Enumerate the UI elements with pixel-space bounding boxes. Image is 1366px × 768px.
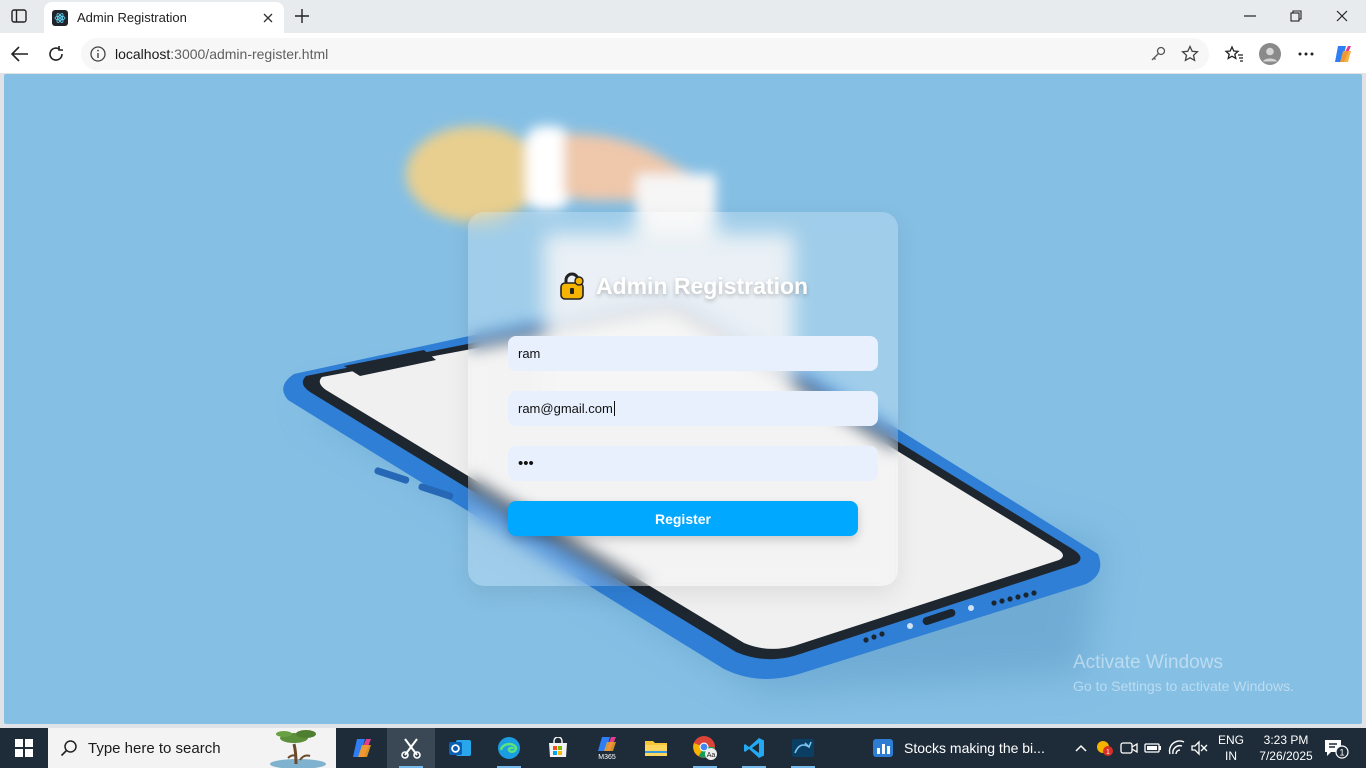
restore-icon[interactable] — [1285, 6, 1307, 26]
card-heading: Admin Registration — [468, 272, 898, 300]
m365-badge: M365 — [598, 754, 616, 761]
search-icon — [60, 740, 77, 757]
windows-taskbar: Type here to search M365 Aa Stocks makin… — [0, 728, 1366, 768]
wifi-icon[interactable] — [1167, 738, 1187, 758]
snipping-tool-icon[interactable] — [387, 728, 435, 768]
news-widget[interactable]: Stocks making the bi... — [872, 728, 1064, 768]
page-title: Admin Registration — [595, 272, 809, 299]
taskbar-search-box[interactable]: Type here to search — [48, 728, 336, 768]
password-input[interactable]: ••• — [508, 446, 878, 481]
key-icon[interactable] — [1149, 45, 1167, 63]
region-code: IN — [1225, 749, 1237, 763]
search-placeholder: Type here to search — [88, 739, 221, 757]
register-button[interactable]: Register — [508, 501, 858, 536]
url-text: localhost:3000/admin-register.html — [115, 46, 329, 62]
windows-start-icon[interactable] — [0, 728, 48, 768]
tab-title: Admin Registration — [77, 10, 187, 25]
favorites-icon[interactable] — [1222, 42, 1246, 66]
edge-browser-icon[interactable] — [485, 728, 533, 768]
m365-icon[interactable]: M365 — [583, 728, 631, 768]
lock-key-icon — [558, 272, 586, 300]
microsoft-store-icon[interactable] — [534, 728, 582, 768]
language-code: ENG — [1217, 733, 1244, 747]
stocks-chart-icon — [873, 739, 893, 757]
browser-toolbar: localhost:3000/admin-register.html — [0, 33, 1366, 74]
new-tab-icon[interactable] — [291, 6, 313, 26]
back-arrow-icon[interactable] — [8, 42, 32, 66]
search-highlight-tree-icon — [270, 730, 326, 768]
minimize-icon[interactable] — [1239, 6, 1261, 26]
security-alert-icon[interactable]: 1 — [1095, 738, 1115, 758]
name-input[interactable]: ram — [508, 336, 878, 371]
outlook-icon[interactable] — [436, 728, 484, 768]
email-input[interactable]: ram@gmail.com — [508, 391, 878, 426]
name-value: ram — [518, 346, 541, 361]
system-clock[interactable]: 3:23 PM 7/26/2025 — [1256, 732, 1316, 764]
chrome-icon[interactable]: Aa — [681, 728, 729, 768]
battery-icon[interactable] — [1143, 738, 1163, 758]
vscode-icon[interactable] — [730, 728, 778, 768]
show-hidden-icons-chevron-icon[interactable] — [1071, 738, 1091, 758]
notification-center-icon[interactable]: 1 — [1320, 736, 1352, 760]
email-value: ram@gmail.com — [518, 401, 613, 416]
svg-text:Aa: Aa — [707, 752, 716, 759]
close-window-icon[interactable] — [1331, 6, 1353, 26]
page-viewport: Admin Registration ram ram@gmail.com •••… — [4, 74, 1362, 724]
copilot-icon[interactable] — [1331, 42, 1355, 66]
news-headline: Stocks making the bi... — [904, 740, 1045, 756]
activate-windows-watermark: Activate Windows Go to Settings to activ… — [1073, 652, 1294, 694]
text-caret — [613, 401, 615, 416]
clock-date: 7/26/2025 — [1259, 749, 1313, 763]
favorite-star-icon[interactable] — [1181, 45, 1199, 63]
meet-now-icon[interactable] — [1119, 738, 1139, 758]
registration-card: Admin Registration ram ram@gmail.com •••… — [468, 212, 898, 586]
clock-time: 3:23 PM — [1263, 733, 1309, 747]
language-indicator[interactable]: ENG IN — [1214, 732, 1248, 764]
tab-actions-icon[interactable] — [8, 6, 30, 26]
browser-tabbar: Admin Registration — [0, 0, 1366, 33]
tray-alert-count: 1 — [1106, 749, 1110, 756]
copilot-taskbar-icon[interactable] — [338, 728, 386, 768]
more-options-icon[interactable] — [1294, 42, 1318, 66]
react-favicon-icon — [52, 9, 68, 26]
notification-count: 1 — [1339, 748, 1344, 758]
watermark-title: Activate Windows — [1073, 652, 1223, 673]
profile-avatar-icon[interactable] — [1258, 42, 1282, 66]
site-info-icon[interactable] — [89, 45, 107, 63]
address-bar[interactable]: localhost:3000/admin-register.html — [81, 38, 1209, 70]
password-mask: ••• — [518, 455, 534, 472]
refresh-icon[interactable] — [44, 42, 68, 66]
mysql-workbench-icon[interactable] — [779, 728, 827, 768]
file-explorer-icon[interactable] — [632, 728, 680, 768]
browser-tab-active[interactable]: Admin Registration — [44, 2, 284, 33]
watermark-subtitle: Go to Settings to activate Windows. — [1073, 678, 1294, 694]
volume-muted-icon[interactable] — [1189, 738, 1209, 758]
tab-close-icon[interactable] — [260, 10, 276, 26]
